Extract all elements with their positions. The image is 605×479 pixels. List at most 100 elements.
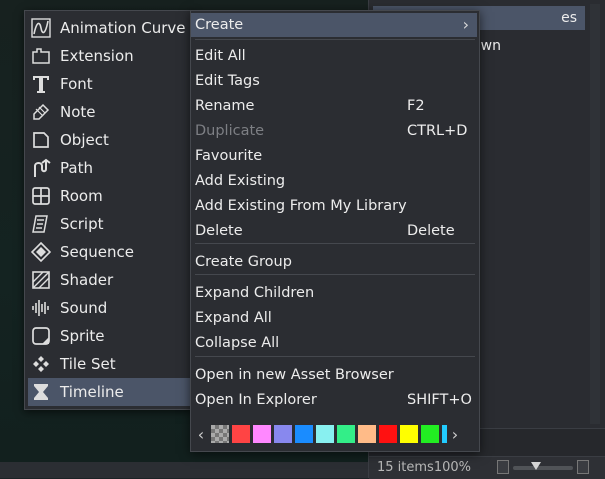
menu-item-create[interactable]: Create › <box>191 13 477 37</box>
submenu-item[interactable]: Sequence <box>28 238 190 266</box>
menu-item[interactable]: Delete Delete <box>195 219 471 243</box>
menu-item-shortcut: Delete <box>407 223 455 239</box>
menu-item: Duplicate CTRL+D <box>195 119 471 143</box>
menu-item[interactable]: Expand All <box>195 306 471 330</box>
menu-item-label: Add Existing From My Library <box>195 198 407 214</box>
asset-browser-scrollbar[interactable] <box>590 4 600 424</box>
color-swatch[interactable] <box>253 425 271 443</box>
menu-item-label: Favourite <box>195 148 263 164</box>
submenu-item-label: Path <box>60 159 93 177</box>
shader-icon <box>30 269 52 291</box>
menu-item-shortcut: F2 <box>407 98 425 114</box>
submenu-item[interactable]: Object <box>28 126 190 154</box>
submenu-item-label: Timeline <box>60 383 124 401</box>
object-icon <box>30 129 52 151</box>
room-icon <box>30 185 52 207</box>
submenu-item[interactable]: Shader <box>28 266 190 294</box>
timeline-icon <box>30 381 52 403</box>
menu-item[interactable]: Expand Children <box>195 281 471 305</box>
submenu-item[interactable]: Sprite <box>28 322 190 350</box>
menu-item[interactable]: Add Existing <box>195 169 471 193</box>
chevron-right-icon[interactable]: › <box>449 425 461 444</box>
color-swatch[interactable] <box>379 425 397 443</box>
submenu-item[interactable]: Timeline <box>28 378 190 406</box>
submenu-item[interactable]: Path <box>28 154 190 182</box>
menu-item-shortcut: CTRL+D <box>407 123 468 139</box>
submenu-item-label: Script <box>60 215 104 233</box>
submenu-item-label: Note <box>60 103 96 121</box>
no-color-swatch[interactable] <box>211 425 229 443</box>
menu-separator <box>195 356 475 357</box>
script-icon <box>30 213 52 235</box>
submenu-item[interactable]: Animation Curve <box>28 14 190 42</box>
menu-item-shortcut: SHIFT+O <box>407 392 472 408</box>
extension-icon <box>30 45 52 67</box>
menu-item[interactable]: Open in new Asset Browser <box>195 363 471 387</box>
menu-separator <box>195 243 475 244</box>
menu-separator <box>195 39 475 40</box>
font-icon <box>30 73 52 95</box>
menu-item-label: Open In Explorer <box>195 392 317 408</box>
submenu-item-label: Sound <box>60 299 108 317</box>
submenu-item-label: Sequence <box>60 243 134 261</box>
submenu-item[interactable]: Note <box>28 98 190 126</box>
color-swatch[interactable] <box>442 425 447 443</box>
menu-item-label: Open in new Asset Browser <box>195 367 394 383</box>
chevron-right-icon: › <box>462 15 469 34</box>
menu-item[interactable]: Collapse All <box>195 331 471 355</box>
sound-icon <box>30 297 52 319</box>
zoom-out-button[interactable] <box>497 460 509 474</box>
menu-item[interactable]: Edit Tags <box>195 69 471 93</box>
menu-item-label: Expand Children <box>195 285 315 301</box>
menu-item-label: Add Existing <box>195 173 286 189</box>
submenu-item-label: Animation Curve <box>60 19 186 37</box>
color-swatch[interactable] <box>400 425 418 443</box>
chevron-left-icon[interactable]: ‹ <box>195 425 207 444</box>
menu-item[interactable]: Create Group <box>195 250 471 274</box>
color-swatch[interactable] <box>358 425 376 443</box>
submenu-item[interactable]: Sound <box>28 294 190 322</box>
zoom-slider[interactable] <box>513 462 573 470</box>
menu-item[interactable]: Add Existing From My Library <box>195 194 471 218</box>
menu-item-label: Edit Tags <box>195 73 260 89</box>
color-swatch[interactable] <box>316 425 334 443</box>
submenu-item-label: Extension <box>60 47 134 65</box>
menu-item[interactable]: Rename F2 <box>195 94 471 118</box>
submenu-item[interactable]: Extension <box>28 42 190 70</box>
menu-item-label: Edit All <box>195 48 246 64</box>
submenu-item[interactable]: Script <box>28 210 190 238</box>
workspace-bottom-bar <box>0 462 372 478</box>
submenu-item[interactable]: Room <box>28 182 190 210</box>
color-swatch[interactable] <box>232 425 250 443</box>
menu-item-label: Expand All <box>195 310 272 326</box>
menu-item-label: Create <box>195 17 244 33</box>
color-swatch-bar: ‹ › <box>195 423 475 445</box>
color-swatch[interactable] <box>337 425 355 443</box>
menu-item[interactable]: Open In Explorer SHIFT+O <box>195 388 472 412</box>
menu-item-label: Delete <box>195 223 243 239</box>
tile-set-icon <box>30 353 52 375</box>
sprite-icon <box>30 325 52 347</box>
submenu-item-label: Font <box>60 75 93 93</box>
menu-item[interactable]: Edit All <box>195 44 471 68</box>
color-swatch[interactable] <box>274 425 292 443</box>
zoom-in-button[interactable] <box>577 460 589 474</box>
zoom-slider-knob[interactable] <box>531 462 541 470</box>
note-icon <box>30 101 52 123</box>
submenu-item-label: Room <box>60 187 103 205</box>
color-swatch[interactable] <box>421 425 439 443</box>
submenu-item-label: Sprite <box>60 327 105 345</box>
submenu-item-label: Shader <box>60 271 114 289</box>
menu-separator <box>195 274 475 275</box>
submenu-item[interactable]: Tile Set <box>28 350 190 378</box>
color-swatch[interactable] <box>295 425 313 443</box>
menu-item-label: Collapse All <box>195 335 280 351</box>
item-count-label: 15 items100% <box>377 460 471 475</box>
context-menu: Create › Edit All Edit Tags Rename F2 Duplic… <box>190 10 480 452</box>
animation-curve-icon <box>30 17 52 39</box>
create-submenu: Animation Curve Extension Font Note Object Pa… <box>24 10 194 410</box>
menu-item-label: Duplicate <box>195 123 265 139</box>
menu-item[interactable]: Favourite <box>195 144 471 168</box>
submenu-item[interactable]: Font <box>28 70 190 98</box>
path-icon <box>30 157 52 179</box>
